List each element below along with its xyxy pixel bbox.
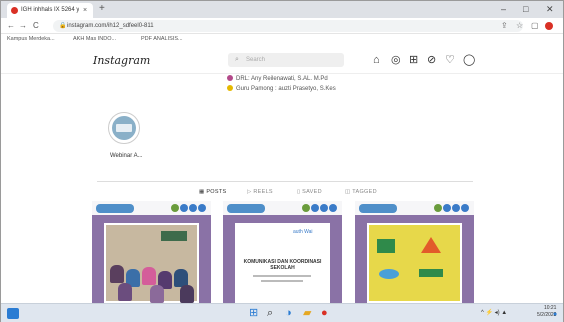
star-icon[interactable]: ☆ [516, 20, 523, 31]
search-icon: ⌕ [235, 56, 239, 63]
doc-title: KOMUNIKASI DAN KOORDINASI SEKOLAH [243, 259, 322, 271]
highlight-thumbnail [112, 116, 136, 140]
school-logo [359, 204, 397, 213]
doc-subtitle-line [253, 275, 311, 277]
messenger-icon[interactable]: ◎ [391, 54, 401, 66]
url-text: instagram.com/ih12_sdfeel0-811 [67, 23, 154, 29]
address-bar[interactable]: 🔒 instagram.com/ih12_sdfeel0-811 [53, 20, 523, 32]
highlight-image [116, 124, 132, 132]
tab-tagged[interactable]: ◫ TAGGED [345, 189, 377, 195]
post-header-strip [223, 201, 342, 215]
search-input[interactable]: ⌕ Search [228, 53, 344, 67]
back-button[interactable]: ← [7, 20, 15, 31]
social-icons [302, 204, 338, 213]
windows-taskbar: ⊞ ⌕ ◑ ▰ ● ^ ⚡ ◂) ▲ 10:21 5/2/2022 ● [1, 303, 563, 322]
social-icons [171, 204, 207, 213]
highlight-label[interactable]: Webinar A... [110, 153, 143, 159]
doc-subtitle-line [261, 280, 303, 282]
bio-line: DRL: Any Reilenawati, S.AL. M.Pd [227, 75, 328, 83]
heart-icon[interactable]: ♡ [445, 54, 455, 66]
photo-background [106, 225, 197, 303]
social-icons [434, 204, 470, 213]
chrome-icon[interactable]: ● [321, 307, 328, 320]
school-logo [96, 204, 134, 213]
maximize-button[interactable]: □ [523, 3, 528, 15]
task-view-icon[interactable]: ◑ [285, 307, 292, 320]
bio-text: Guru Pamong : auzti Prasetyo, S.Kes [236, 86, 336, 92]
tab-label: TAGGED [352, 189, 377, 195]
reload-button[interactable]: C [33, 20, 39, 31]
browser-window: IGH inhhals IX 5264 yemerl... × + – □ ✕ … [0, 0, 564, 322]
tab-label: REELS [253, 189, 273, 195]
instagram-header: Instagram ⌕ Search ⌂ ◎ ⊞ ⊘ ♡ ◯ [1, 46, 563, 74]
star-emoji-icon [227, 85, 233, 92]
post-header-strip [92, 201, 211, 215]
tab-reels[interactable]: ▷ REELS [247, 189, 273, 195]
search-taskbar-icon[interactable]: ⌕ [267, 307, 273, 320]
system-tray[interactable]: ^ ⚡ ◂) ▲ [481, 308, 507, 318]
bookmark-item[interactable]: AKH Mas INDO... [73, 35, 116, 44]
profile-icon[interactable]: ◯ [463, 54, 475, 66]
doc-brand: auth Wai [293, 229, 313, 235]
minimize-button[interactable]: – [501, 3, 506, 15]
post-tile[interactable] [355, 201, 474, 303]
notification-icon[interactable]: ● [553, 308, 557, 321]
file-explorer-icon[interactable]: ▰ [303, 307, 311, 320]
bookmark-item[interactable]: Kampus Merdeka... [7, 35, 55, 44]
chalkboard [161, 231, 187, 241]
search-placeholder: Search [246, 57, 266, 63]
widgets-icon[interactable] [7, 308, 19, 319]
classroom-photo [104, 223, 199, 303]
bio-text: DRL: Any Reilenawati, S.AL. M.Pd [236, 76, 328, 82]
lock-icon: 🔒 [59, 23, 67, 29]
explore-icon[interactable]: ⊘ [427, 54, 436, 66]
instagram-logo[interactable]: Instagram [93, 54, 150, 67]
tab-close-icon[interactable]: × [83, 5, 87, 16]
document-thumbnail: auth Wai KOMUNIKASI DAN KOORDINASI SEKOL… [235, 223, 330, 303]
start-icon[interactable]: ⊞ [249, 307, 258, 320]
share-icon[interactable]: ⇪ [501, 20, 508, 31]
tab-saved[interactable]: ▯ SAVED [297, 189, 322, 195]
tabs-divider [97, 181, 473, 182]
post-header-strip [355, 201, 474, 215]
address-toolbar: ← → C 🔒 instagram.com/ih12_sdfeel0-811 ⇪… [1, 18, 563, 34]
tab-posts[interactable]: ▦ POSTS [199, 189, 226, 195]
bio-line: Guru Pamong : auzti Prasetyo, S.Kes [227, 85, 336, 93]
post-tile[interactable] [92, 201, 211, 303]
tab-title: IGH inhhals IX 5264 yemerl... [21, 7, 79, 13]
close-window-button[interactable]: ✕ [546, 3, 554, 15]
story-highlight[interactable] [108, 112, 140, 144]
bookmarks-bar: Kampus Merdeka... AKH Mas INDO... PDF AN… [1, 34, 563, 46]
school-logo [227, 204, 265, 213]
yellow-board [369, 225, 460, 301]
tab-bar: IGH inhhals IX 5264 yemerl... × + – □ ✕ [1, 1, 563, 18]
bookmark-item[interactable]: PDF ANALISIS... [141, 35, 183, 44]
favicon-icon [11, 7, 18, 14]
post-tile[interactable]: auth Wai KOMUNIKASI DAN KOORDINASI SEKOL… [223, 201, 342, 303]
new-tab-button[interactable]: + [99, 3, 105, 15]
tab-label: POSTS [206, 189, 227, 195]
person-icon [227, 75, 233, 82]
tab-label: SAVED [302, 189, 322, 195]
browser-tab[interactable]: IGH inhhals IX 5264 yemerl... × [7, 3, 93, 18]
forward-button[interactable]: → [19, 20, 27, 31]
profile-avatar[interactable] [545, 22, 553, 30]
extensions-icon[interactable]: ▢ [531, 20, 539, 31]
shapes-photo [367, 223, 462, 303]
home-icon[interactable]: ⌂ [373, 54, 380, 66]
new-post-icon[interactable]: ⊞ [409, 54, 418, 66]
